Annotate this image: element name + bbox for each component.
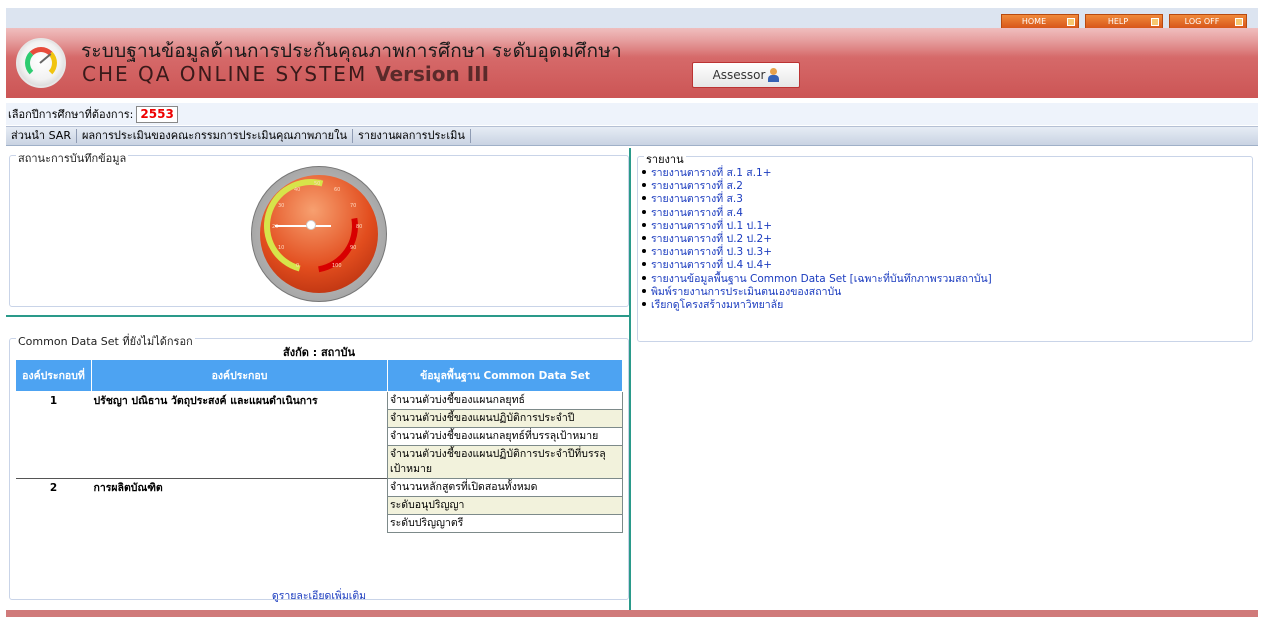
report-link-label: รายงานตารางที่ ป.3 ป.3+ (651, 246, 773, 259)
left-column: สถานะการบันทึกข้อมูล 50 40 60 30 70 2 0 8… (6, 148, 631, 610)
table-row: 1 ปรัชญา ปณิธาน วัตถุประสงค์ และแผนดำเนิ… (16, 391, 623, 410)
cds-item[interactable]: ระดับปริญญาตรี (387, 514, 623, 533)
home-button[interactable]: HOME (1001, 14, 1079, 29)
report-link-label: รายงานตารางที่ ส.1 ส.1+ (651, 167, 772, 179)
header-banner: ระบบฐานข้อมูลด้านการประกันคุณภาพการศึกษา… (6, 28, 1258, 98)
gauge-tick: 50 (314, 181, 321, 187)
top-nav: HOME HELP LOG OFF (1001, 14, 1247, 29)
gauge-tick: 90 (350, 245, 357, 251)
cds-item[interactable]: จำนวนตัวบ่งชี้ของแผนกลยุทธ์ที่บรรลุเป้าห… (387, 427, 623, 446)
report-link[interactable]: รายงานตารางที่ ส.3 (641, 193, 992, 206)
report-link-label: รายงานข้อมูลพื้นฐาน Common Data Set [เฉพ… (651, 272, 992, 285)
logoff-button[interactable]: LOG OFF (1169, 14, 1247, 29)
year-label: เลือกปีการศึกษาที่ต้องการ: (8, 108, 134, 121)
menu-item-assessment-report[interactable]: รายงานผลการประเมิน (353, 129, 471, 143)
table-header-row: องค์ประกอบที่ องค์ประกอบ ข้อมูลพื้นฐาน C… (15, 359, 623, 392)
help-icon (1151, 18, 1159, 26)
component-name: การผลิตบัณฑิต (91, 478, 388, 533)
menu-item-committee-results[interactable]: ผลการประเมินของคณะกรรมการประเมินคุณภาพภา… (77, 129, 354, 143)
cds-table: องค์ประกอบที่ องค์ประกอบ ข้อมูลพื้นฐาน C… (15, 359, 623, 533)
gauge-tick: 40 (294, 187, 301, 193)
user-icon (768, 68, 780, 82)
report-link[interactable]: รายงานตารางที่ ป.3 ป.3+ (641, 246, 992, 259)
year-selector-row: เลือกปีการศึกษาที่ต้องการ: 2553 (6, 103, 1258, 125)
report-link-label: รายงานตารางที่ ป.1 ป.1+ (651, 219, 773, 232)
gauge-tick: 30 (278, 203, 285, 209)
home-label: HOME (1021, 17, 1047, 26)
report-link[interactable]: รายงานตารางที่ ป.1 ป.1+ (641, 220, 992, 233)
gauge-tick: 0 (296, 263, 300, 269)
year-select[interactable]: 2553 (136, 105, 178, 123)
cds-panel: Common Data Set ที่ยังไม่ได้กรอก สังกัด … (9, 332, 629, 602)
help-button[interactable]: HELP (1085, 14, 1163, 29)
gauge-tick: 10 (278, 245, 285, 251)
bullet-icon (642, 222, 646, 227)
status-panel: สถานะการบันทึกข้อมูล 50 40 60 30 70 20 8… (9, 149, 629, 307)
component-number: 2 (15, 478, 92, 533)
gauge-tick: 100 (332, 263, 342, 269)
report-link[interactable]: พิมพ์รายงานการประเมินตนเองของสถาบัน (641, 286, 992, 299)
report-link[interactable]: รายงานตารางที่ ป.4 ป.4+ (641, 259, 992, 272)
gauge-tick: 60 (334, 187, 341, 193)
report-link-label: รายงานตารางที่ ส.2 (651, 180, 743, 193)
report-link[interactable]: รายงานตารางที่ ส.1 ส.1+ (641, 167, 992, 180)
header-component-no: องค์ประกอบที่ (15, 359, 92, 392)
cds-item[interactable]: จำนวนตัวบ่งชี้ของแผนปฏิบัติการประจำปี (387, 409, 623, 428)
report-link[interactable]: รายงานตารางที่ ป.2 ป.2+ (641, 233, 992, 246)
bullet-icon (642, 249, 646, 254)
report-link[interactable]: รายงานข้อมูลพื้นฐาน Common Data Set [เฉพ… (641, 273, 992, 286)
reports-panel: รายงาน รายงานตารางที่ ส.1 ส.1+ รายงานตาร… (637, 150, 1253, 342)
help-label: HELP (1107, 17, 1129, 26)
logoff-icon (1235, 18, 1243, 26)
cds-item[interactable]: ระดับอนุปริญญา (387, 496, 623, 515)
page: HOME HELP LOG OFF ระบบฐานข้อมูลด้านการปร… (0, 0, 1265, 617)
home-icon (1067, 18, 1075, 26)
component-name: ปรัชญา ปณิธาน วัตถุประสงค์ และแผนดำเนินก… (93, 395, 318, 407)
report-link-label: รายงานตารางที่ ส.3 (651, 193, 743, 206)
header-cds: ข้อมูลพื้นฐาน Common Data Set (387, 359, 623, 392)
assessor-label: Assessor (712, 68, 766, 82)
gauge-tick: 80 (356, 224, 363, 230)
logoff-label: LOG OFF (1184, 17, 1220, 26)
bullet-icon (642, 262, 646, 267)
panel-divider (6, 315, 631, 317)
system-title-text: CHE QA ONLINE SYSTEM (82, 62, 368, 86)
gauge-tick: 70 (350, 203, 357, 209)
report-link-label: พิมพ์รายงานการประเมินตนเองของสถาบัน (651, 285, 842, 298)
bullet-icon (642, 288, 646, 293)
bullet-icon (642, 302, 646, 307)
component-number: 1 (49, 395, 58, 407)
progress-gauge: 50 40 60 30 70 20 80 10 90 0 100 (245, 160, 387, 302)
report-link[interactable]: รายงานตารางที่ ส.4 (641, 207, 992, 220)
report-link[interactable]: รายงานตารางที่ ส.2 (641, 180, 992, 193)
report-link-label: รายงานตารางที่ ส.4 (651, 206, 743, 219)
gauge-logo-icon (16, 38, 66, 88)
cds-item[interactable]: จำนวนตัวบ่งชี้ของแผนกลยุทธ์ (387, 391, 623, 410)
system-title-english: CHE QA ONLINE SYSTEM Version III (82, 62, 489, 86)
bullet-icon (642, 275, 646, 280)
footer-bar (6, 610, 1258, 617)
reports-list: รายงานตารางที่ ส.1 ส.1+ รายงานตารางที่ ส… (641, 167, 992, 312)
table-row: 2 การผลิตบัณฑิต จำนวนหลักสูตรที่เปิดสอนท… (15, 478, 623, 533)
header-component: องค์ประกอบ (91, 359, 388, 392)
main-menu: ส่วนนำ SAR ผลการประเมินของคณะกรรมการประเ… (6, 126, 1258, 146)
bullet-icon (642, 236, 646, 241)
menu-item-sar[interactable]: ส่วนนำ SAR (6, 129, 77, 143)
version-label: Version III (375, 62, 490, 86)
cds-item[interactable]: จำนวนหลักสูตรที่เปิดสอนทั้งหมด (387, 478, 623, 497)
report-link-label: รายงานตารางที่ ป.2 ป.2+ (651, 233, 773, 246)
gauge-hub (306, 220, 316, 230)
reports-legend: รายงาน (644, 150, 686, 168)
bullet-icon (642, 183, 646, 188)
assessor-button[interactable]: Assessor (692, 62, 800, 88)
report-link[interactable]: เรียกดูโครงสร้างมหาวิทยาลัย (641, 299, 992, 312)
report-link-label: รายงานตารางที่ ป.4 ป.4+ (651, 259, 773, 272)
report-link-label: เรียกดูโครงสร้างมหาวิทยาลัย (651, 299, 784, 312)
view-more-link[interactable]: ดูรายละเอียดเพิ่มเติม (10, 587, 628, 604)
bullet-icon (642, 209, 646, 214)
bullet-icon (642, 196, 646, 201)
cds-item[interactable]: จำนวนตัวบ่งชี้ของแผนปฏิบัติการประจำปีที่… (387, 445, 623, 479)
bullet-icon (642, 170, 646, 174)
status-legend: สถานะการบันทึกข้อมูล (16, 149, 129, 167)
